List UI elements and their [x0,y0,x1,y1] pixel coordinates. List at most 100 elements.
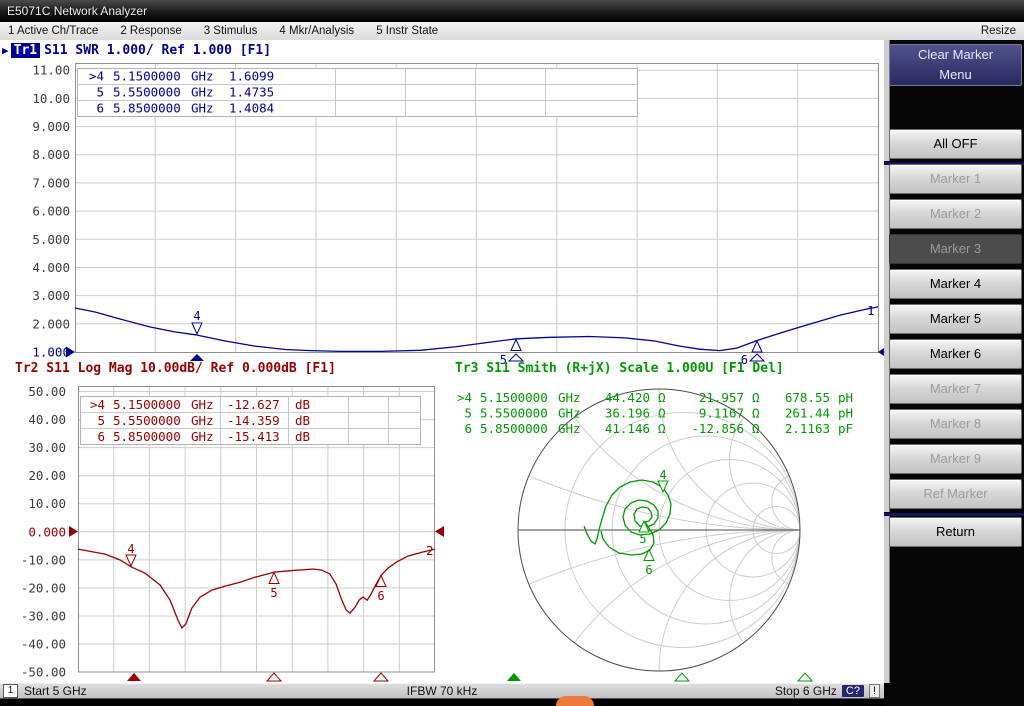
tr3-marker6-stimulus-icon [798,673,812,681]
tr1-axis-label: 3.000 [32,288,70,303]
svg-text:9.1167: 9.1167 [699,406,744,421]
svg-text:261.44: 261.44 [785,406,830,421]
svg-text:5: 5 [464,406,472,421]
tr1-axis-label: 7.000 [32,175,70,190]
tr3-marker5-stimulus-icon [675,673,689,681]
softkey-marker-8[interactable]: Marker 8 [889,409,1022,439]
softkey-marker-7[interactable]: Marker 7 [889,374,1022,404]
tr1-axis-label: 10.00 [32,91,70,106]
softkey-sidebar: Clear Marker Menu All OFF Marker 1 Marke… [884,40,1024,706]
tr2-marker5-label: 5 [270,586,277,600]
active-trace-arrow-icon: ▶ [2,44,9,57]
softkey-menu-title: Clear Marker Menu [889,44,1022,86]
softkey-return[interactable]: Return [889,517,1022,547]
tr1-y-axis-labels: 11.0010.009.0008.0007.0006.0005.0004.000… [32,63,70,360]
svg-text:>4: >4 [89,69,104,84]
tr3-marker4-triangle-icon [658,481,668,492]
tr1-markers[interactable]: 4 5 6 1 [66,303,884,367]
svg-text:GHz: GHz [191,85,214,100]
tr2-ref-level-arrow-left-icon [69,526,78,537]
svg-text:Ω: Ω [658,406,666,421]
menu-item-resize[interactable]: Resize [981,25,1016,37]
tr1-axis-label: 2.000 [32,316,70,331]
svg-text:678.55: 678.55 [785,390,830,405]
window-title: E5071C Network Analyzer [0,4,147,18]
tr2-axis-label: 50.00 [28,384,66,399]
softkey-marker-4[interactable]: Marker 4 [889,269,1022,299]
svg-text:GHz: GHz [191,397,214,412]
tr1-marker6-triangle-icon [752,341,762,352]
ifbw-label[interactable]: IFBW 70 kHz [407,684,478,698]
tr2-marker6-stimulus-icon [374,673,388,681]
svg-text:5.5500000: 5.5500000 [113,85,181,100]
tr2-marker-table: >4 5.1500000 GHz -12.627 dB 5 5.5500000 … [81,397,421,445]
tr2-header[interactable]: Tr2 S11 Log Mag 10.00dB/ Ref 0.000dB [F1… [15,361,336,376]
tr1-format-label: S11 SWR 1.000/ Ref 1.000 [F1] [44,43,271,58]
svg-text:Ω: Ω [752,421,760,436]
tr3-header[interactable]: Tr3 S11 Smith (R+jX) Scale 1.000U [F1 De… [455,361,784,376]
svg-text:pH: pH [838,406,853,421]
stop-frequency-label[interactable]: Stop 6 GHz [775,684,837,698]
tr1-marker6-stimulus-icon [750,354,764,361]
cal-status-badge: C? [842,685,864,697]
svg-text:1.6099: 1.6099 [229,69,274,84]
tr2-axis-label: -20.00 [21,580,66,595]
softkey-marker-9[interactable]: Marker 9 [889,444,1022,474]
tr1-marker4-label: 4 [193,309,200,323]
tr3-marker6-triangle-icon [644,550,654,561]
svg-text:21.957: 21.957 [699,390,744,405]
menu-item-stimulus[interactable]: 3 Stimulus [204,25,258,37]
status-bar: 1 Start 5 GHz IFBW 70 kHz Stop 6 GHz C? … [0,683,884,699]
menu-item-response[interactable]: 2 Response [120,25,181,37]
svg-text:pF: pF [838,421,853,436]
svg-text:5.5500000: 5.5500000 [113,413,181,428]
svg-text:Ω: Ω [752,406,760,421]
tr1-marker5-stimulus-icon [509,354,523,361]
svg-text:5: 5 [97,413,105,428]
warning-badge: ! [869,684,880,698]
svg-text:6: 6 [96,101,104,116]
tr3-marker4-label: 4 [659,468,666,482]
tr2-axis-label: 0.000 [28,524,66,539]
start-frequency-label[interactable]: Start 5 GHz [24,684,87,698]
tr2-axis-label: -10.00 [21,552,66,567]
softkey-ref-marker[interactable]: Ref Marker [889,479,1022,509]
menu-item-instr-state[interactable]: 5 Instr State [376,25,438,37]
svg-text:Ω: Ω [658,390,666,405]
svg-text:>4: >4 [457,390,472,405]
tr1-marker-table: >4 5.1500000 GHz 1.6099 5 5.5500000 GHz … [78,69,638,117]
svg-text:dB: dB [295,397,310,412]
menu-item-active-ch-trace[interactable]: 1 Active Ch/Trace [8,25,98,37]
softkey-marker-5[interactable]: Marker 5 [889,304,1022,334]
svg-text:-12.856: -12.856 [691,421,744,436]
tr2-marker6-label: 6 [377,589,384,603]
svg-text:36.196: 36.196 [605,406,650,421]
tr1-chip: Tr1 [11,43,40,58]
tr1-header[interactable]: ▶Tr1 S11 SWR 1.000/ Ref 1.000 [F1] [2,43,271,58]
svg-text:5: 5 [96,85,104,100]
tr2-axis-label: 10.00 [28,496,66,511]
svg-text:GHz: GHz [191,69,214,84]
softkey-marker-3[interactable]: Marker 3 [889,234,1022,264]
svg-text:GHz: GHz [558,406,581,421]
svg-text:1.4735: 1.4735 [229,85,274,100]
softkey-marker-2[interactable]: Marker 2 [889,199,1022,229]
tr3-marker4-stimulus-icon [507,673,521,681]
svg-text:GHz: GHz [191,429,214,444]
tr2-marker5-stimulus-icon [267,673,281,681]
softkey-marker-1[interactable]: Marker 1 [889,164,1022,194]
svg-text:5.8500000: 5.8500000 [113,429,181,444]
svg-text:GHz: GHz [191,101,214,116]
tr2-axis-label: 40.00 [28,412,66,427]
tr2-marker4-label: 4 [127,542,134,556]
tr2-marker5-triangle-icon [269,573,279,584]
tr1-axis-label: 1.000 [32,345,70,360]
window-titlebar[interactable]: E5071C Network Analyzer [0,0,1024,22]
svg-text:6: 6 [97,429,105,444]
softkey-all-off[interactable]: All OFF [889,129,1022,159]
tr1-marker4-stimulus-icon [190,354,204,361]
tr2-trace-number: 2 [426,543,434,558]
svg-text:GHz: GHz [558,421,581,436]
softkey-marker-6[interactable]: Marker 6 [889,339,1022,369]
menu-item-mkr-analysis[interactable]: 4 Mkr/Analysis [279,25,354,37]
